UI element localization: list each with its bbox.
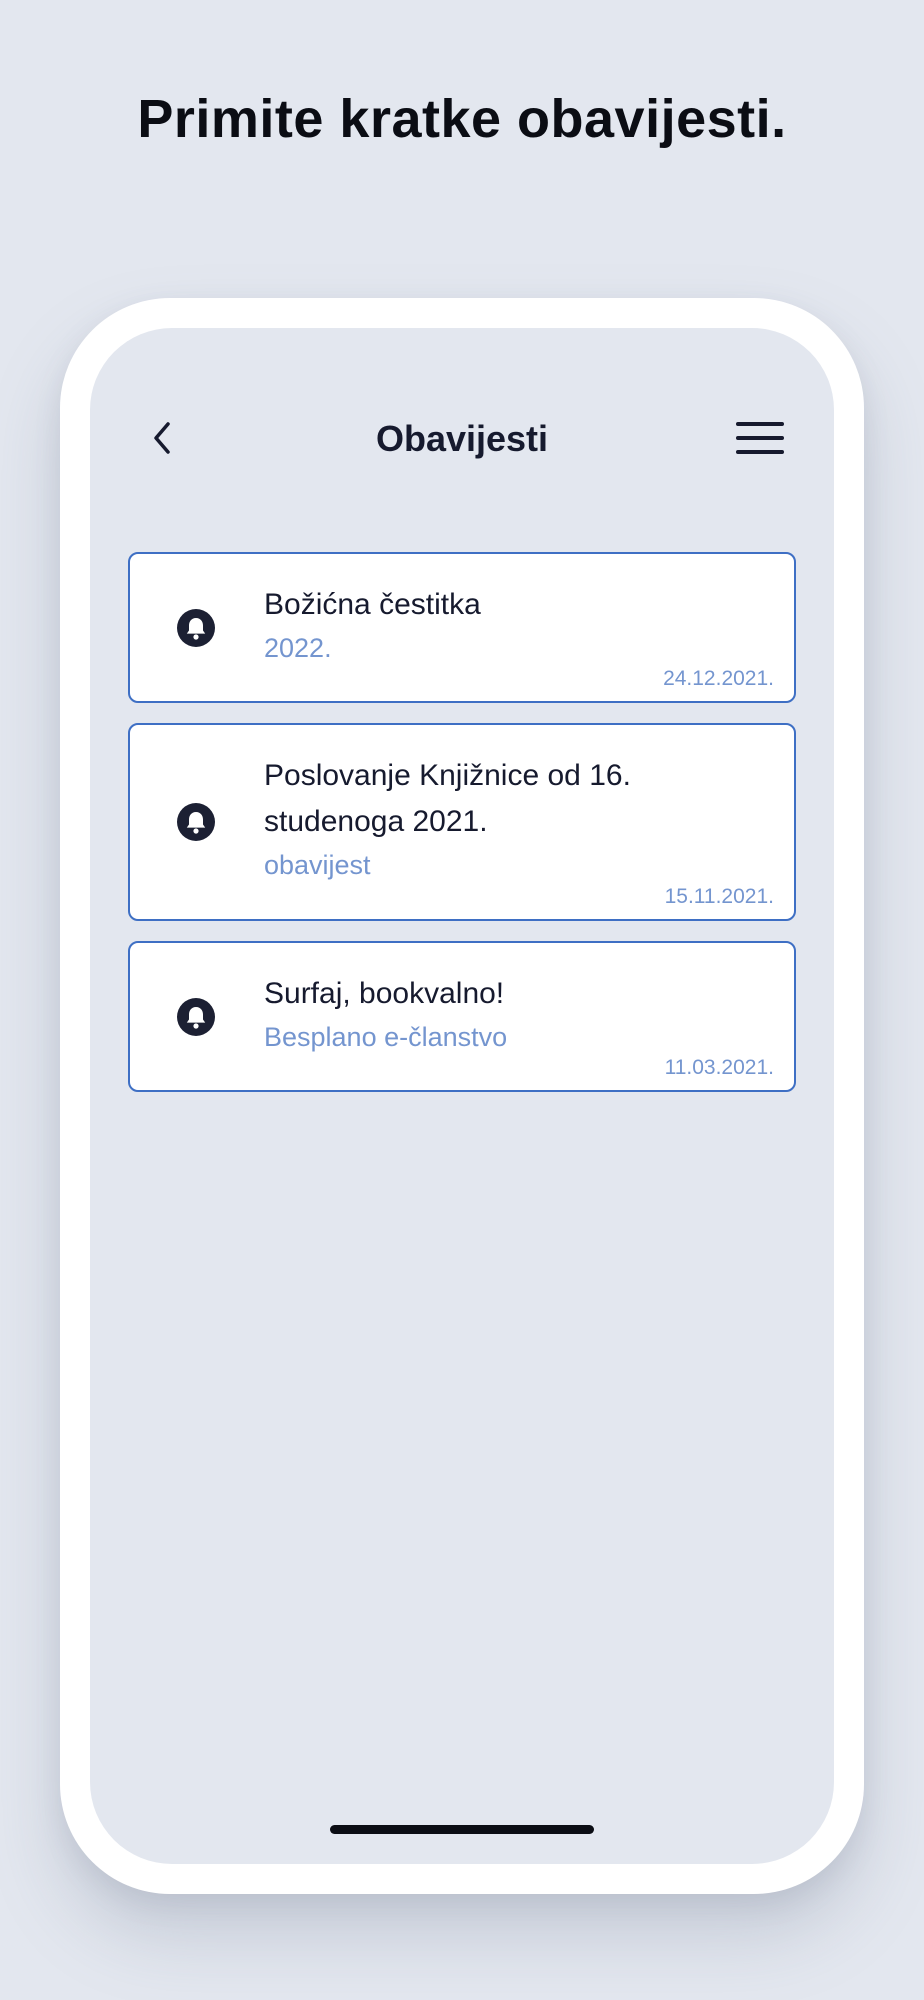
navigation-bar: Obavijesti	[90, 398, 834, 478]
notification-title: Božićna čestitka	[264, 588, 481, 621]
notification-date: 11.03.2021.	[664, 1056, 774, 1079]
home-indicator[interactable]	[330, 1825, 594, 1834]
page-headline: Primite kratke obavijesti.	[137, 89, 787, 149]
notification-content: Poslovanje Knjižnice od 16. studenoga 20…	[264, 753, 764, 885]
bell-icon	[177, 997, 215, 1036]
bell-icon	[177, 608, 215, 647]
notification-card[interactable]: Surfaj, bookvalno! Besplano e-članstvo 1…	[128, 941, 796, 1092]
menu-button[interactable]	[736, 416, 784, 460]
notification-subtitle: 2022.	[264, 633, 332, 663]
notification-title: Poslovanje Knjižnice od 16. studenoga 20…	[264, 759, 631, 838]
bell-icon	[177, 803, 215, 841]
notification-subtitle: Besplano e-članstvo	[264, 1022, 508, 1052]
notification-card[interactable]: Poslovanje Knjižnice od 16. studenoga 20…	[128, 723, 796, 921]
notification-date: 24.12.2021.	[663, 667, 774, 690]
phone-frame: Obavijesti Božićna čestitka 2022. 24.12.…	[60, 298, 864, 1894]
notification-content: Božićna čestitka 2022.	[264, 582, 764, 668]
hamburger-menu-icon	[736, 422, 784, 454]
notification-title: Surfaj, bookvalno!	[264, 977, 505, 1010]
notification-content: Surfaj, bookvalno! Besplano e-članstvo	[264, 971, 764, 1057]
phone-screen: Obavijesti Božićna čestitka 2022. 24.12.…	[90, 328, 834, 1864]
page-title: Obavijesti	[375, 418, 549, 459]
notification-card[interactable]: Božićna čestitka 2022. 24.12.2021.	[128, 552, 796, 703]
notification-date: 15.11.2021.	[664, 885, 774, 908]
notification-subtitle: obavijest	[264, 850, 371, 880]
notification-list: Božićna čestitka 2022. 24.12.2021. Poslo…	[128, 552, 796, 1112]
